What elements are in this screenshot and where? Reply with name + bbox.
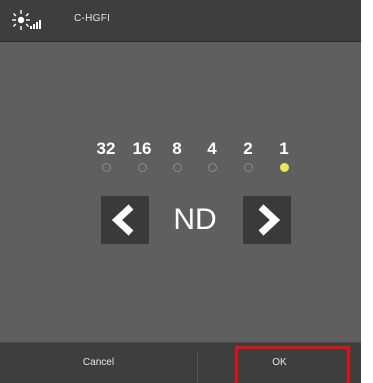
- ok-button[interactable]: OK: [198, 343, 361, 383]
- chevron-right-icon: [258, 204, 281, 236]
- nd-mode-label: ND: [173, 203, 217, 236]
- nd-step-value: 1: [279, 139, 289, 158]
- nd-step-indicator-active: [279, 163, 289, 172]
- nd-panel: 32 16 8 4 2 1 ND: [0, 42, 361, 342]
- prev-nd-button[interactable]: [101, 196, 149, 244]
- page-margin: [361, 0, 373, 383]
- top-bar: C-HGFI: [0, 0, 361, 42]
- nd-step-indicator: [172, 163, 182, 172]
- nd-step-1: 1: [266, 139, 302, 172]
- nd-step-indicator: [137, 163, 147, 172]
- nd-step-8: 8: [159, 139, 195, 172]
- nd-step-value: 4: [207, 139, 217, 158]
- nd-step-4: 4: [194, 139, 230, 172]
- nd-step-value: 8: [172, 139, 182, 158]
- footer-bar: Cancel OK: [0, 342, 361, 383]
- next-nd-button[interactable]: [243, 196, 291, 244]
- nd-step-16: 16: [124, 139, 160, 172]
- nd-step-value: 16: [132, 139, 152, 158]
- chevron-left-icon: [111, 204, 134, 236]
- nd-step-value: 32: [96, 139, 116, 158]
- nd-scale: 32 16 8 4 2 1: [88, 139, 302, 179]
- nd-step-2: 2: [230, 139, 266, 172]
- cancel-button[interactable]: Cancel: [0, 343, 197, 383]
- nd-step-value: 2: [243, 139, 253, 158]
- nd-step-indicator: [101, 163, 111, 172]
- light-signal-icon: [12, 9, 42, 31]
- device-title: C-HGFI: [74, 13, 111, 24]
- nd-step-32: 32: [88, 139, 124, 172]
- nd-step-indicator: [207, 163, 217, 172]
- nd-step-indicator: [243, 163, 253, 172]
- nd-filter-screen: C-HGFI 32 16 8 4 2 1 ND Cancel OK: [0, 0, 373, 383]
